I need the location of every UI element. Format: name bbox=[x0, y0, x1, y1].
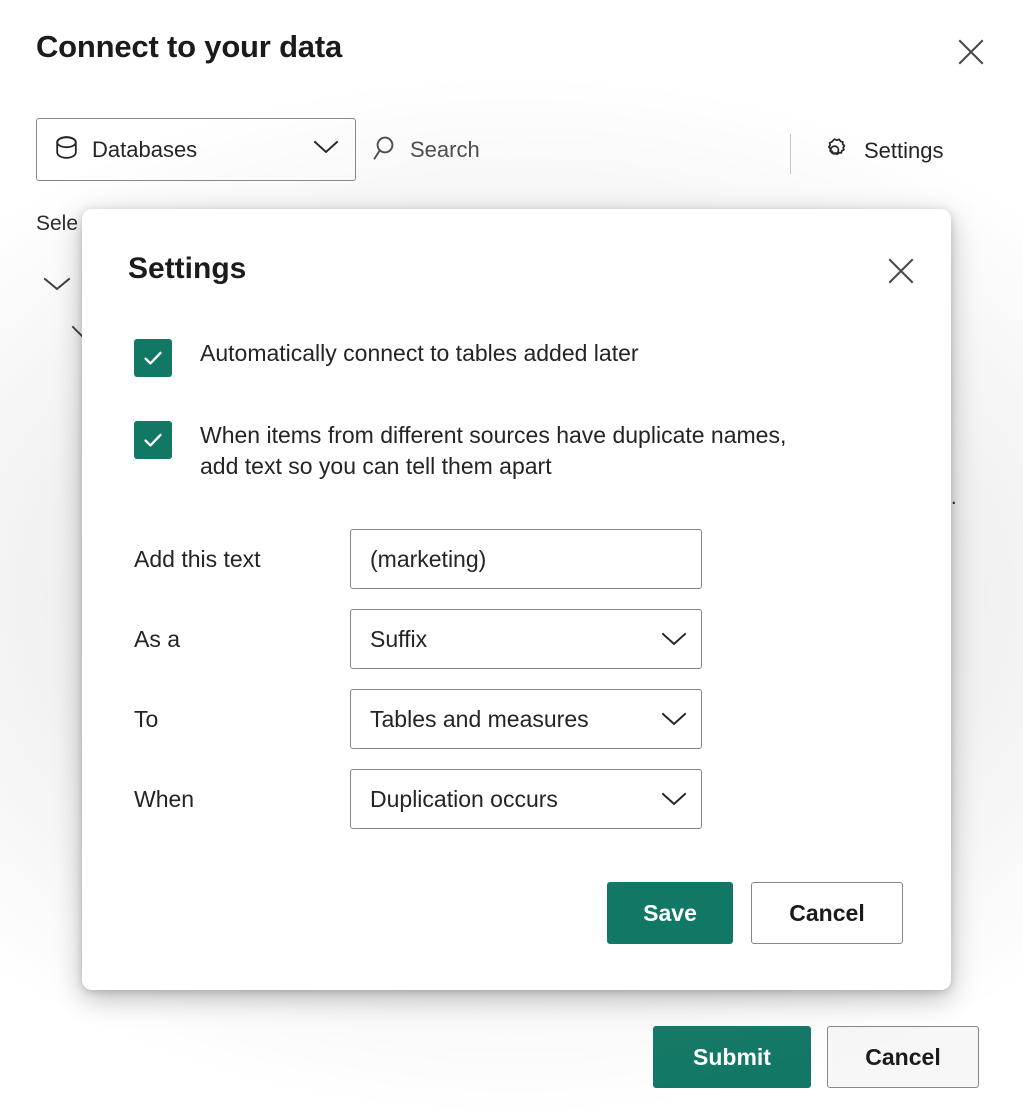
toolbar-divider bbox=[790, 134, 791, 174]
panel-footer: Submit Cancel bbox=[0, 995, 1023, 1119]
connect-to-your-data-panel: Connect to your data Databases Search Se… bbox=[0, 0, 1023, 1119]
label-to: To bbox=[134, 705, 159, 732]
panel-toolbar: Databases Search Settings bbox=[0, 112, 1023, 182]
check-icon bbox=[144, 433, 162, 447]
when-dropdown[interactable]: Duplication occurs bbox=[350, 769, 702, 829]
panel-header: Connect to your data bbox=[0, 0, 1023, 100]
as-a-dropdown[interactable]: Suffix bbox=[350, 609, 702, 669]
checkbox-auto-connect[interactable] bbox=[134, 339, 172, 377]
panel-cancel-button[interactable]: Cancel bbox=[827, 1026, 979, 1088]
tree-expand-toggle-1[interactable] bbox=[42, 275, 72, 293]
label-when: When bbox=[134, 785, 195, 812]
gear-icon bbox=[820, 135, 850, 168]
settings-dialog-title: Settings bbox=[128, 252, 247, 285]
form-row-to: To Tables and measures bbox=[134, 689, 702, 749]
chevron-down-icon bbox=[313, 139, 339, 160]
checkbox-label-duplicate-names: When items from different sources have d… bbox=[200, 422, 787, 480]
checkbox-row-auto-connect[interactable]: Automatically connect to tables added la… bbox=[134, 338, 914, 377]
label-add-this-text: Add this text bbox=[134, 545, 261, 572]
form-row-as-a: As a Suffix bbox=[134, 609, 702, 669]
settings-cancel-button[interactable]: Cancel bbox=[751, 882, 903, 944]
settings-dialog: Settings Automatically connect to tables… bbox=[82, 209, 951, 990]
check-icon bbox=[144, 351, 162, 365]
checkbox-duplicate-names[interactable] bbox=[134, 421, 172, 459]
search-input[interactable]: Search bbox=[372, 130, 480, 170]
to-dropdown[interactable]: Tables and measures bbox=[350, 689, 702, 749]
to-value: Tables and measures bbox=[370, 705, 589, 732]
search-placeholder: Search bbox=[410, 137, 480, 162]
form-row-add-this-text: Add this text (marketing) bbox=[134, 529, 702, 589]
checkbox-label-auto-connect: Automatically connect to tables added la… bbox=[200, 340, 639, 366]
chevron-down-icon bbox=[661, 786, 687, 813]
form-row-when: When Duplication occurs bbox=[134, 769, 702, 829]
add-this-text-value: (marketing) bbox=[370, 545, 487, 572]
select-hint-text: Sele bbox=[36, 212, 79, 235]
settings-dialog-footer: Save Cancel bbox=[82, 882, 951, 944]
settings-form: Add this text (marketing) As a Suffix To… bbox=[134, 529, 702, 849]
close-icon[interactable] bbox=[949, 30, 993, 74]
save-button[interactable]: Save bbox=[607, 882, 733, 944]
chevron-down-icon bbox=[661, 626, 687, 653]
settings-button[interactable]: Settings bbox=[814, 130, 950, 172]
as-a-value: Suffix bbox=[370, 625, 428, 652]
label-as-a: As a bbox=[134, 625, 181, 652]
source-type-label: Databases bbox=[92, 136, 198, 162]
chevron-down-icon bbox=[661, 706, 687, 733]
checkbox-row-duplicate-names[interactable]: When items from different sources have d… bbox=[134, 420, 914, 483]
search-icon bbox=[372, 134, 398, 167]
chevron-down-icon bbox=[43, 277, 71, 291]
when-value: Duplication occurs bbox=[370, 785, 558, 812]
submit-button[interactable]: Submit bbox=[653, 1026, 811, 1088]
database-icon bbox=[55, 134, 78, 166]
page-title: Connect to your data bbox=[36, 29, 343, 64]
close-icon[interactable] bbox=[877, 247, 925, 295]
add-this-text-input[interactable]: (marketing) bbox=[350, 529, 702, 589]
source-type-dropdown[interactable]: Databases bbox=[36, 118, 356, 181]
settings-button-label: Settings bbox=[864, 138, 944, 163]
